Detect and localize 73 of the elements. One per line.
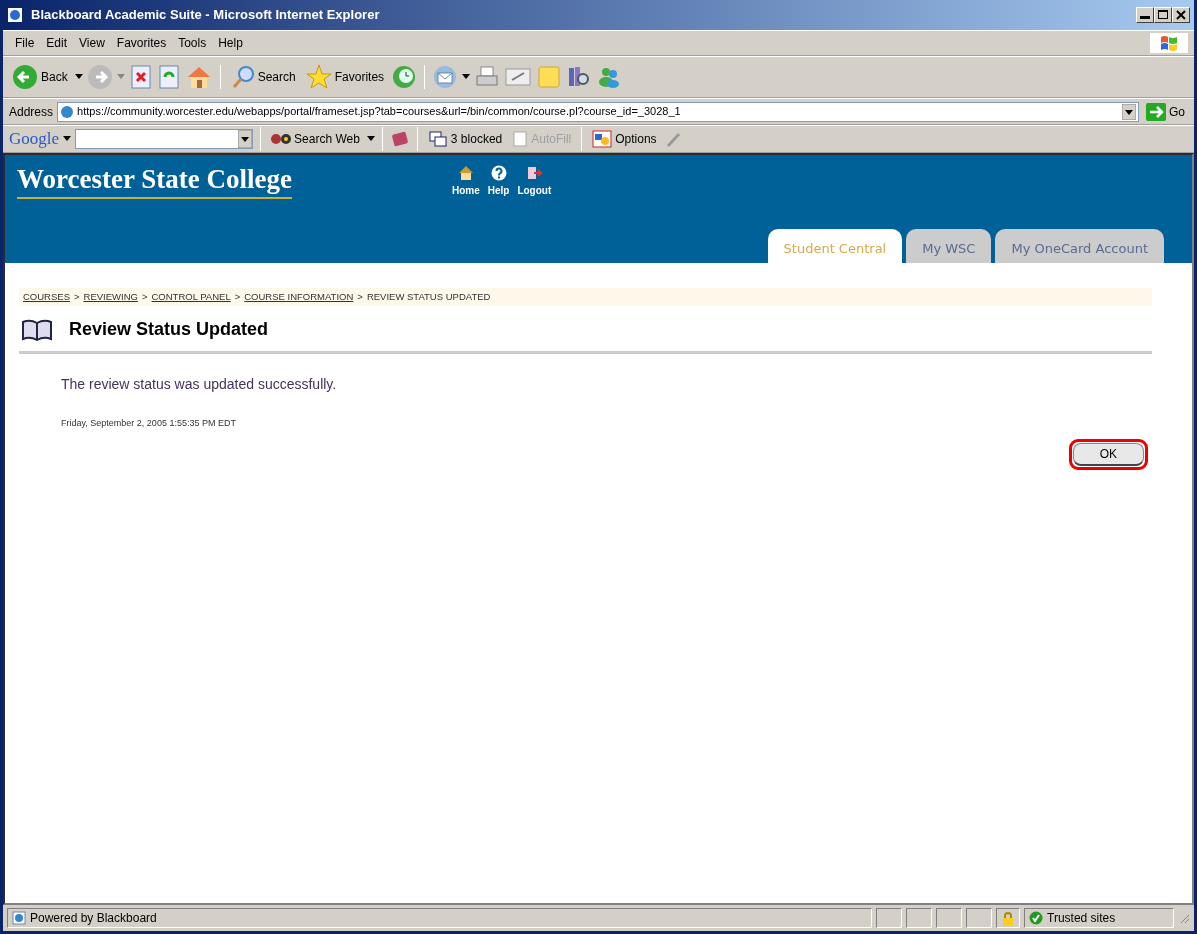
status-pane — [906, 908, 932, 928]
windows-logo-icon — [1158, 33, 1180, 53]
search-button[interactable]: Search — [227, 62, 299, 92]
breadcrumb-link[interactable]: CONTROL PANEL — [151, 290, 231, 305]
magnifier-icon — [230, 64, 255, 90]
history-icon[interactable] — [391, 64, 418, 90]
logout-icon — [526, 165, 543, 181]
window-title: Blackboard Academic Suite - Microsoft Internet Explorer — [31, 6, 380, 25]
status-text: Powered by Blackboard — [30, 910, 157, 927]
question-icon — [490, 165, 507, 181]
breadcrumb-separator: > — [74, 290, 80, 304]
dropdown-caret-icon[interactable] — [74, 74, 83, 80]
dropdown-arrow-icon[interactable] — [1122, 103, 1136, 120]
refresh-icon[interactable] — [156, 64, 181, 90]
college-logo[interactable]: Worcester State College — [17, 165, 292, 199]
nav-link[interactable]: Logout — [517, 165, 552, 198]
menu-item[interactable]: Favorites — [110, 32, 173, 54]
check-icon — [1029, 911, 1043, 925]
page-icon — [60, 104, 75, 119]
options-button[interactable]: Options — [589, 128, 660, 150]
resize-grip-icon — [1178, 912, 1190, 924]
status-pane — [936, 908, 962, 928]
dropdown-caret-icon[interactable] — [462, 74, 471, 80]
favorites-button[interactable]: Favorites — [302, 62, 388, 92]
breadcrumb-link[interactable]: REVIEWING — [83, 290, 138, 305]
popup-blocker-button[interactable]: 3 blocked — [424, 128, 506, 150]
status-pane — [876, 908, 902, 928]
menu-item[interactable]: File — [9, 32, 41, 54]
go-button[interactable]: Go — [1143, 100, 1188, 123]
breadcrumb-separator: > — [234, 290, 241, 304]
menu-item[interactable]: Edit — [40, 32, 74, 54]
dropdown-caret-icon[interactable] — [366, 136, 375, 142]
menu-item[interactable]: View — [73, 32, 111, 54]
google-logo[interactable]: Google — [9, 126, 60, 152]
maximize-icon — [1156, 8, 1170, 22]
menu-item[interactable]: Tools — [172, 32, 213, 54]
breadcrumb-separator: > — [357, 290, 363, 304]
menu-item[interactable]: Help — [212, 32, 249, 54]
status-pane — [966, 908, 992, 928]
windows-stack-icon — [427, 130, 448, 148]
back-button[interactable]: Back — [9, 62, 71, 92]
minimize-button[interactable] — [1136, 7, 1154, 23]
lock-icon — [1001, 910, 1015, 927]
page-icon — [12, 911, 26, 925]
breadcrumb-link[interactable]: COURSES — [23, 290, 70, 305]
minimize-icon — [1140, 16, 1150, 19]
dropdown-arrow-icon[interactable] — [238, 130, 253, 148]
close-button[interactable] — [1172, 7, 1190, 23]
nav-link[interactable]: Help — [487, 165, 510, 198]
book-icon — [21, 317, 53, 342]
dropdown-caret-icon[interactable] — [63, 136, 72, 142]
status-message: The review status was updated successfully. — [61, 375, 338, 395]
breadcrumb-current: REVIEW STATUS UPDATED — [366, 290, 491, 304]
search-input-field[interactable] — [75, 129, 254, 149]
nav-link[interactable]: Home — [451, 165, 480, 198]
breadcrumb-separator: > — [141, 290, 148, 304]
search-web-button[interactable]: Search Web — [268, 128, 363, 150]
star-icon — [305, 64, 332, 90]
ok-button[interactable]: OK — [1072, 442, 1144, 466]
go-arrow-icon — [1146, 102, 1166, 121]
address-field[interactable]: https://community.worcester.edu/webapps/portal/frameset.jsp?tab=courses&url=/bin/common/course.pl?course_id=_3028_1 — [57, 101, 1139, 122]
options-icon — [592, 130, 613, 148]
home-icon — [457, 165, 474, 181]
stop-icon[interactable] — [128, 64, 153, 90]
close-icon — [1174, 8, 1188, 22]
security-zone: Trusted sites — [1047, 910, 1116, 927]
timestamp: Friday, September 2, 2005 1:55:35 PM EDT — [61, 417, 237, 431]
page-heading: Review Status Updated — [69, 318, 269, 342]
browser-icon — [7, 7, 23, 23]
form-icon — [512, 130, 529, 148]
maximize-button[interactable] — [1154, 7, 1172, 23]
breadcrumb-link[interactable]: COURSE INFORMATION — [244, 290, 354, 305]
address-label: Address — [9, 103, 54, 121]
